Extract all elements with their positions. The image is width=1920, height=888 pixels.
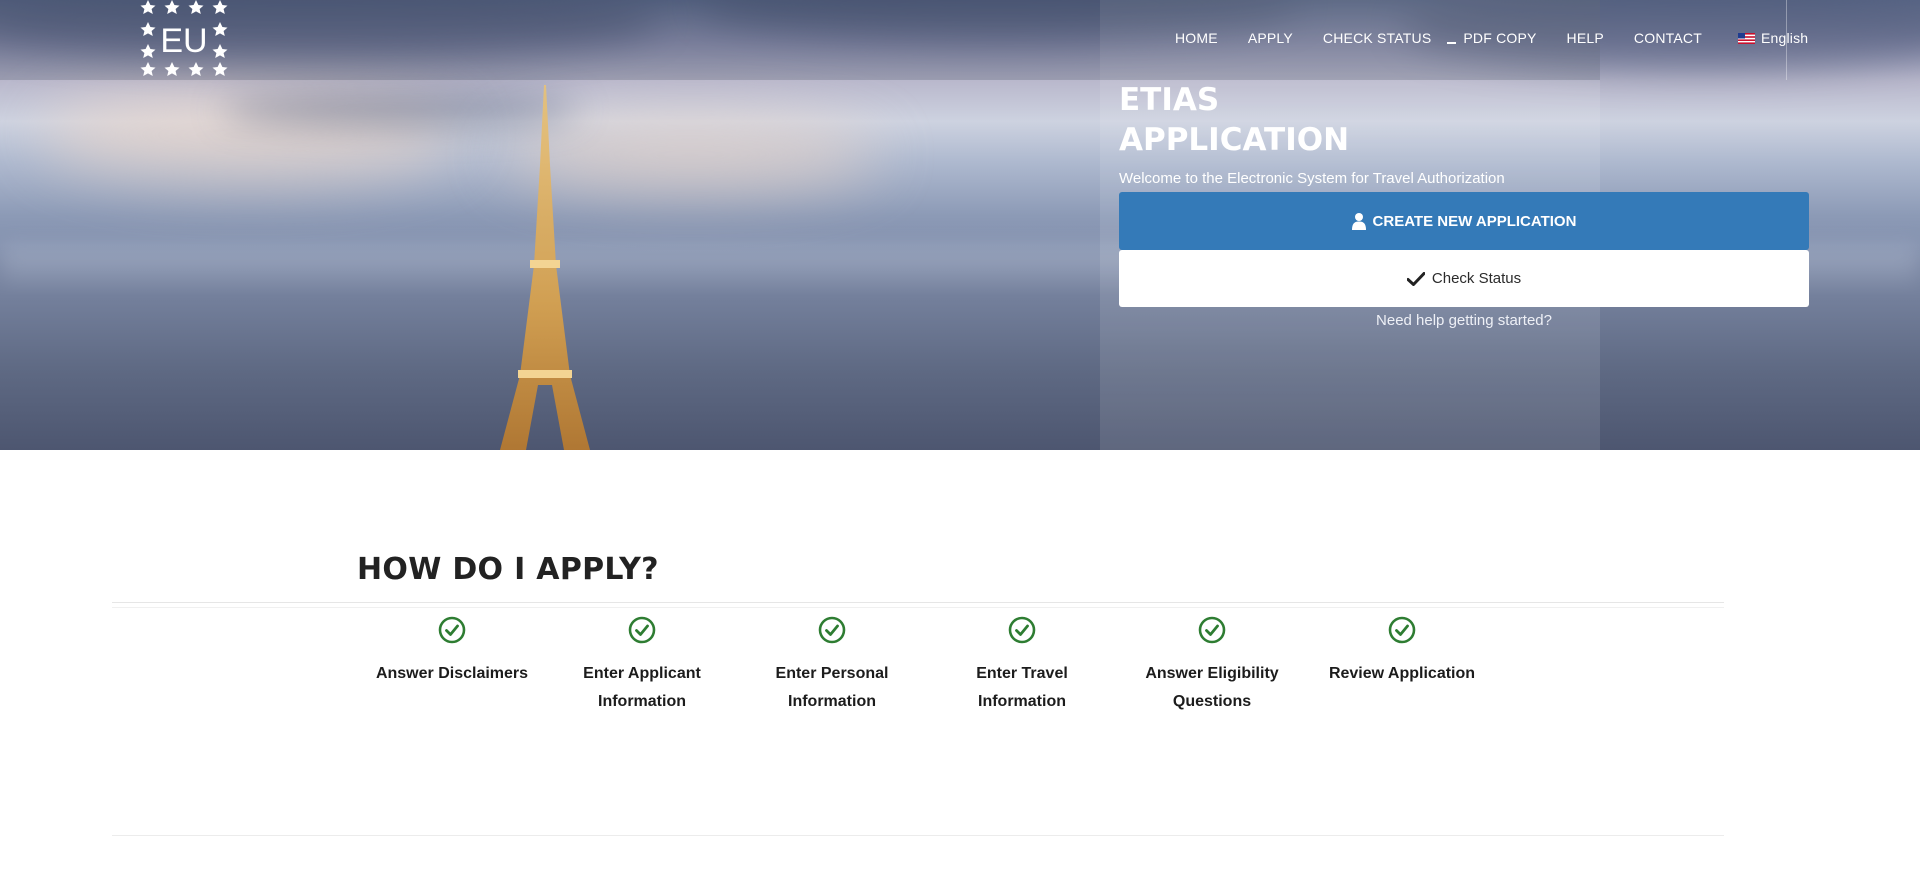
hero-subtitle: Welcome to the Electronic System for Tra… <box>1119 170 1505 187</box>
divider <box>112 602 1724 603</box>
main-nav: HOME APPLY CHECK STATUS PDF COPY HELP CO… <box>1175 30 1808 46</box>
nav-apply[interactable]: APPLY <box>1248 30 1293 46</box>
step-answer-eligibility-questions: Answer Eligibility Questions <box>1117 616 1307 716</box>
check-circle-icon <box>438 616 466 644</box>
step-label: Enter Personal Information <box>775 665 889 710</box>
step-label: Enter Applicant Information <box>583 665 701 710</box>
step-enter-applicant-information: Enter Applicant Information <box>547 616 737 716</box>
create-application-label: CREATE NEW APPLICATION <box>1372 212 1577 230</box>
step-label: Review Application <box>1328 665 1476 682</box>
nav-help[interactable]: HELP <box>1567 30 1604 46</box>
step-label: Answer Disclaimers <box>375 665 529 682</box>
create-application-button[interactable]: CREATE NEW APPLICATION <box>1119 192 1809 250</box>
check-circle-icon <box>1008 616 1036 644</box>
checkmark-icon <box>1406 271 1425 286</box>
step-enter-personal-information: Enter Personal Information <box>737 616 927 716</box>
logo-text: EU <box>160 22 207 60</box>
section-title: HOW DO I APPLY? <box>357 552 659 587</box>
page-title: ETIAS APPLICATION <box>1119 82 1350 158</box>
us-flag-icon <box>1737 32 1755 44</box>
language-selector[interactable]: English <box>1737 30 1809 46</box>
user-icon <box>1351 213 1366 230</box>
step-label: Enter Travel Information <box>976 665 1068 710</box>
step-answer-disclaimers: Answer Disclaimers <box>357 616 547 716</box>
eu-stars-logo[interactable]: EU <box>138 0 234 80</box>
nav-contact[interactable]: CONTACT <box>1634 30 1702 46</box>
check-circle-icon <box>628 616 656 644</box>
step-review-application: Review Application <box>1307 616 1497 716</box>
check-status-button[interactable]: Check Status <box>1119 250 1809 307</box>
step-label: Answer Eligibility Questions <box>1145 665 1279 710</box>
eiffel-tower-image <box>500 85 590 450</box>
language-label: English <box>1760 30 1809 46</box>
check-circle-icon <box>1198 616 1226 644</box>
check-status-label: Check Status <box>1431 270 1522 287</box>
pdf-copy-icon <box>1447 42 1457 44</box>
nav-pdf-copy[interactable]: PDF COPY <box>1447 30 1536 46</box>
divider <box>112 607 1724 608</box>
nav-home[interactable]: HOME <box>1175 30 1218 46</box>
check-circle-icon <box>1388 616 1416 644</box>
apply-steps: Answer Disclaimers Enter Applicant Infor… <box>357 616 1497 716</box>
nav-pdf-copy-label: PDF COPY <box>1463 30 1537 46</box>
help-getting-started-link[interactable]: Need help getting started? <box>1119 312 1809 329</box>
nav-check-status[interactable]: CHECK STATUS <box>1323 30 1431 46</box>
divider <box>112 835 1724 836</box>
step-enter-travel-information: Enter Travel Information <box>927 616 1117 716</box>
check-circle-icon <box>818 616 846 644</box>
